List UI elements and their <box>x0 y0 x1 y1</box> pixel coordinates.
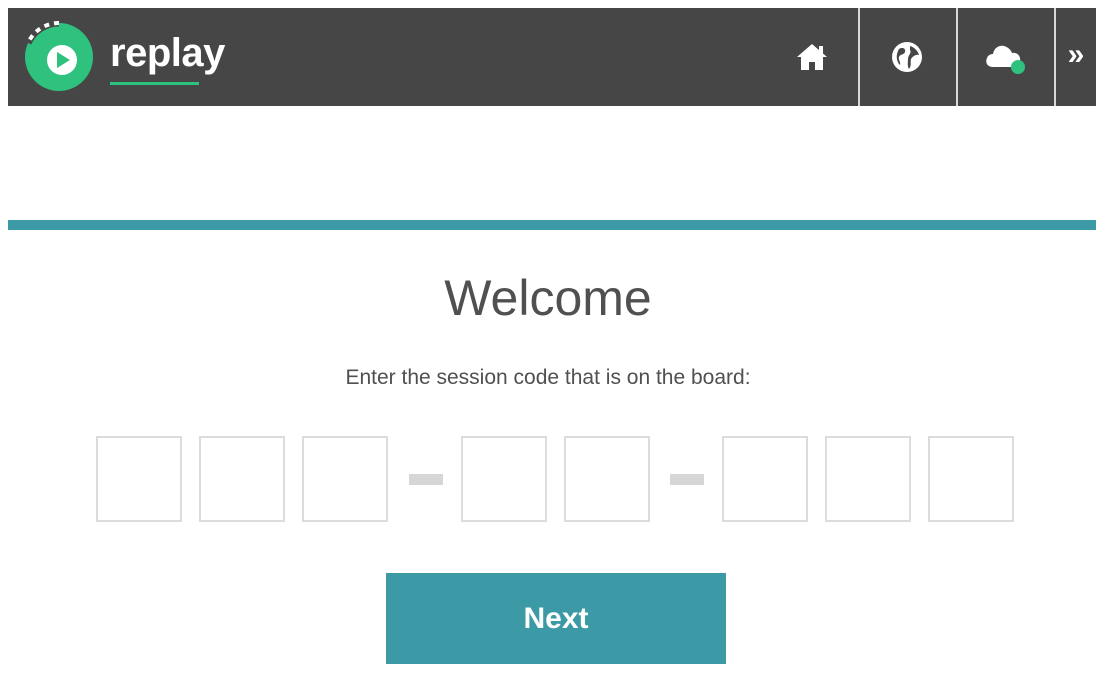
code-digit-6[interactable] <box>722 436 808 522</box>
code-digit-5[interactable] <box>564 436 650 522</box>
code-digit-2[interactable] <box>199 436 285 522</box>
code-digit-4[interactable] <box>461 436 547 522</box>
code-separator <box>409 474 443 485</box>
next-button[interactable]: Next <box>386 573 726 664</box>
app-header: replay » <box>8 8 1096 106</box>
code-digit-3[interactable] <box>302 436 388 522</box>
more-button[interactable]: » <box>1054 8 1096 106</box>
home-button[interactable] <box>764 8 860 106</box>
accent-divider <box>8 220 1096 230</box>
session-code-prompt: Enter the session code that is on the bo… <box>345 366 751 389</box>
code-separator <box>670 474 704 485</box>
brand-name: replay <box>110 33 225 85</box>
double-chevron-right-icon: » <box>1067 38 1085 71</box>
language-button[interactable] <box>858 8 954 106</box>
cloud-sync-button[interactable] <box>956 8 1052 106</box>
page-title: Welcome <box>444 270 652 326</box>
home-icon <box>797 44 827 70</box>
cloud-status-icon <box>986 45 1025 74</box>
replay-logo-icon <box>24 20 93 91</box>
code-digit-8[interactable] <box>928 436 1014 522</box>
brand-underline <box>110 82 199 85</box>
globe-icon <box>892 42 922 72</box>
brand-logo[interactable]: replay <box>22 18 225 96</box>
code-digit-7[interactable] <box>825 436 911 522</box>
code-digit-1[interactable] <box>96 436 182 522</box>
